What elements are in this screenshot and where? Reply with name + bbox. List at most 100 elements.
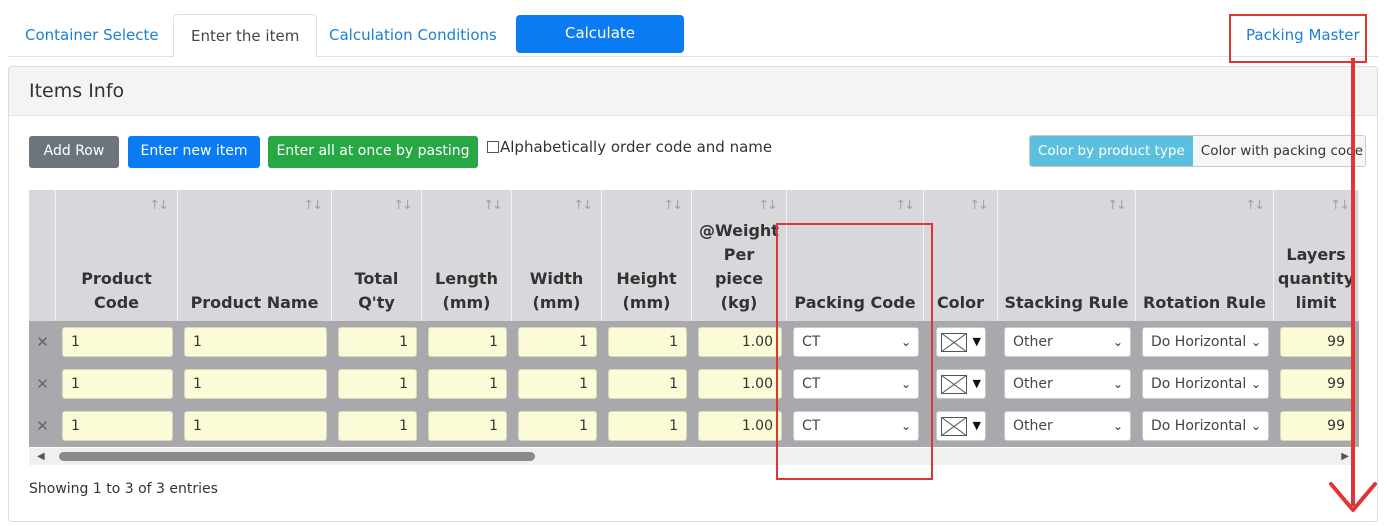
color-picker[interactable]: ▼: [936, 327, 986, 357]
cell-value: 1: [579, 334, 588, 350]
tab-container-select[interactable]: Container Selecte: [8, 14, 176, 57]
sort-icon[interactable]: ↑↓: [895, 198, 915, 213]
cell-value: Do Horizontal: [1151, 376, 1247, 392]
delete-row-icon[interactable]: ✕: [29, 321, 56, 363]
cell-value: 1.00: [741, 334, 773, 350]
cell-value: 1.00: [741, 376, 773, 392]
product-name-input[interactable]: 1: [184, 411, 327, 441]
total-qty-input[interactable]: 1: [338, 369, 417, 399]
header-width[interactable]: ↑↓ Width (mm): [512, 190, 602, 321]
sort-icon[interactable]: ↑↓: [758, 198, 778, 213]
header-label: @Weight Per piece (kg): [699, 221, 779, 312]
dropdown-arrow-icon: ▼: [972, 419, 981, 432]
enter-new-item-button[interactable]: Enter new item: [128, 136, 260, 168]
chevron-down-icon: ⌄: [1250, 335, 1261, 349]
length-input[interactable]: 1: [428, 411, 507, 441]
chevron-down-icon: ⌄: [1112, 419, 1123, 433]
header-label: Product Name: [190, 293, 319, 312]
cell-value: Other: [1013, 376, 1053, 392]
height-input[interactable]: 1: [608, 411, 687, 441]
chevron-down-icon: ⌄: [1250, 377, 1261, 391]
alphabetical-order-option[interactable]: Alphabetically order code and name: [487, 138, 772, 156]
width-input[interactable]: 1: [518, 411, 597, 441]
sort-icon[interactable]: ↑↓: [573, 198, 593, 213]
color-by-type-button[interactable]: Color by product type: [1030, 136, 1193, 166]
header-rotation-rule[interactable]: ↑↓ Rotation Rule: [1136, 190, 1274, 321]
color-picker[interactable]: ▼: [936, 369, 986, 399]
tab-bar: Container Selecte Enter the item Calcula…: [8, 14, 1378, 58]
product-name-input[interactable]: 1: [184, 369, 327, 399]
add-row-button[interactable]: Add Row: [29, 136, 119, 168]
sort-icon[interactable]: ↑↓: [663, 198, 683, 213]
product-code-input[interactable]: 1: [62, 411, 173, 441]
header-total-qty[interactable]: ↑↓ Total Q'ty: [332, 190, 422, 321]
color-picker[interactable]: ▼: [936, 411, 986, 441]
header-label: Product Code: [81, 269, 152, 312]
sort-icon[interactable]: ↑↓: [149, 198, 169, 213]
sort-icon[interactable]: ↑↓: [969, 198, 989, 213]
header-product-name[interactable]: ↑↓ Product Name: [178, 190, 332, 321]
product-code-input[interactable]: 1: [62, 369, 173, 399]
cell-value: 1: [193, 376, 202, 392]
cell-value: 1: [669, 376, 678, 392]
tab-calculation-conditions[interactable]: Calculation Conditions: [312, 14, 514, 57]
header-label: Length (mm): [435, 269, 498, 312]
no-color-icon: [941, 333, 967, 352]
cell-value: 1: [399, 334, 408, 350]
sort-icon[interactable]: ↑↓: [1107, 198, 1127, 213]
weight-input[interactable]: 1.00: [698, 411, 782, 441]
cell-value: 1: [193, 418, 202, 434]
header-weight[interactable]: ↑↓ @Weight Per piece (kg): [692, 190, 787, 321]
sort-icon[interactable]: ↑↓: [303, 198, 323, 213]
sort-icon[interactable]: ↑↓: [483, 198, 503, 213]
chevron-down-icon: ⌄: [1250, 419, 1261, 433]
total-qty-input[interactable]: 1: [338, 327, 417, 357]
height-input[interactable]: 1: [608, 327, 687, 357]
header-label: Color: [936, 293, 985, 312]
total-qty-input[interactable]: 1: [338, 411, 417, 441]
items-table: ↑↓ Product Code ↑↓ Product Name ↑↓ Total Q'ty ↑↓…: [29, 190, 1359, 465]
length-input[interactable]: 1: [428, 369, 507, 399]
header-label: Total Q'ty: [354, 269, 399, 312]
alphabetical-order-checkbox[interactable]: [487, 141, 499, 153]
cell-value: 1: [399, 376, 408, 392]
cell-value: 1: [669, 334, 678, 350]
entries-info: Showing 1 to 3 of 3 entries: [29, 481, 218, 497]
cell-value: 1: [579, 376, 588, 392]
cell-value: 1: [489, 334, 498, 350]
stacking-rule-select[interactable]: Other ⌄: [1004, 327, 1131, 357]
scroll-left-icon[interactable]: ◀: [37, 451, 45, 462]
header-height[interactable]: ↑↓ Height (mm): [602, 190, 692, 321]
calculate-button[interactable]: Calculate: [516, 15, 684, 53]
delete-row-icon[interactable]: ✕: [29, 363, 56, 405]
tab-enter-item[interactable]: Enter the item: [173, 14, 318, 58]
weight-input[interactable]: 1.00: [698, 327, 782, 357]
header-stacking-rule[interactable]: ↑↓ Stacking Rule: [998, 190, 1136, 321]
weight-input[interactable]: 1.00: [698, 369, 782, 399]
rotation-rule-select[interactable]: Do Horizontal ⌄: [1142, 369, 1269, 399]
delete-row-icon[interactable]: ✕: [29, 405, 56, 447]
horizontal-scrollbar[interactable]: ◀ ▶: [29, 448, 1351, 465]
cell-value: 1: [669, 418, 678, 434]
product-code-input[interactable]: 1: [62, 327, 173, 357]
rotation-rule-select[interactable]: Do Horizontal ⌄: [1142, 411, 1269, 441]
cell-value: Do Horizontal: [1151, 334, 1247, 350]
paste-items-button[interactable]: Enter all at once by pasting: [268, 136, 478, 168]
sort-icon[interactable]: ↑↓: [1245, 198, 1265, 213]
product-name-input[interactable]: 1: [184, 327, 327, 357]
header-product-code[interactable]: ↑↓ Product Code: [56, 190, 178, 321]
cell-value: 1: [71, 334, 80, 350]
stacking-rule-select[interactable]: Other ⌄: [1004, 411, 1131, 441]
stacking-rule-select[interactable]: Other ⌄: [1004, 369, 1131, 399]
items-info-card: Items Info Add Row Enter new item Enter …: [8, 66, 1378, 522]
scrollbar-thumb[interactable]: [59, 452, 535, 461]
table-row: ✕ 1 1 1 1 1 1 1.00 CT ⌄ ▼ Other ⌄ Do Horizontal ⌄ 99: [29, 363, 1359, 405]
width-input[interactable]: 1: [518, 327, 597, 357]
width-input[interactable]: 1: [518, 369, 597, 399]
header-length[interactable]: ↑↓ Length (mm): [422, 190, 512, 321]
rotation-rule-select[interactable]: Do Horizontal ⌄: [1142, 327, 1269, 357]
length-input[interactable]: 1: [428, 327, 507, 357]
header-color[interactable]: ↑↓ Color: [924, 190, 998, 321]
sort-icon[interactable]: ↑↓: [393, 198, 413, 213]
height-input[interactable]: 1: [608, 369, 687, 399]
